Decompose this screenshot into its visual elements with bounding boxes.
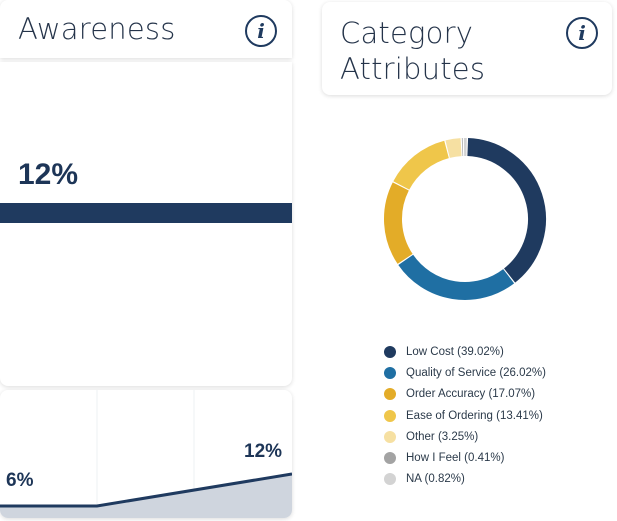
awareness-bar bbox=[0, 203, 292, 223]
legend-label: How I Feel (0.41%) bbox=[406, 452, 505, 465]
legend-label: Order Accuracy (17.07%) bbox=[406, 388, 536, 401]
legend-swatch bbox=[384, 430, 396, 443]
legend-label: Quality of Service (26.02%) bbox=[406, 366, 546, 379]
legend-swatch bbox=[384, 473, 396, 486]
legend-label: NA (0.82%) bbox=[406, 473, 465, 486]
legend-swatch bbox=[384, 388, 396, 401]
awareness-info-icon[interactable]: i bbox=[245, 15, 277, 47]
legend-item[interactable]: Other (3.25%) bbox=[384, 426, 546, 447]
awareness-value: 12% bbox=[18, 158, 79, 191]
category-attributes-title: Category Attributes bbox=[340, 16, 486, 86]
category-donut-chart bbox=[384, 138, 546, 300]
legend-item[interactable]: Order Accuracy (17.07%) bbox=[384, 384, 546, 405]
legend-item[interactable]: How I Feel (0.41%) bbox=[384, 447, 546, 468]
awareness-title: Awareness bbox=[18, 12, 176, 46]
legend-swatch bbox=[384, 452, 396, 465]
legend-item[interactable]: Quality of Service (26.02%) bbox=[384, 362, 546, 383]
donut-slice[interactable] bbox=[445, 138, 462, 158]
category-legend: Low Cost (39.02%) Quality of Service (26.… bbox=[384, 341, 546, 490]
donut-slice[interactable] bbox=[398, 254, 515, 300]
legend-label: Ease of Ordering (13.41%) bbox=[406, 409, 543, 422]
legend-label: Low Cost (39.02%) bbox=[406, 345, 504, 358]
category-attributes-header: Category Attributes i bbox=[322, 2, 612, 95]
legend-item[interactable]: Low Cost (39.02%) bbox=[384, 341, 546, 362]
legend-swatch bbox=[384, 345, 396, 358]
category-info-icon[interactable]: i bbox=[566, 17, 598, 49]
donut-slice[interactable] bbox=[393, 140, 450, 190]
legend-swatch bbox=[384, 366, 396, 379]
donut-slice[interactable] bbox=[467, 138, 546, 283]
legend-label: Other (3.25%) bbox=[406, 430, 479, 443]
awareness-bar-fill bbox=[0, 203, 292, 223]
legend-item[interactable]: NA (0.82%) bbox=[384, 469, 546, 490]
legend-swatch bbox=[384, 409, 396, 422]
trend-start-label: 6% bbox=[6, 470, 34, 491]
legend-item[interactable]: Ease of Ordering (13.41%) bbox=[384, 405, 546, 426]
awareness-header: Awareness i bbox=[0, 0, 292, 58]
donut-slice[interactable] bbox=[384, 182, 413, 264]
awareness-trend-chart: 6% 12% bbox=[0, 390, 292, 518]
trend-end-label: 12% bbox=[244, 441, 283, 462]
awareness-panel: 12% bbox=[0, 62, 292, 386]
